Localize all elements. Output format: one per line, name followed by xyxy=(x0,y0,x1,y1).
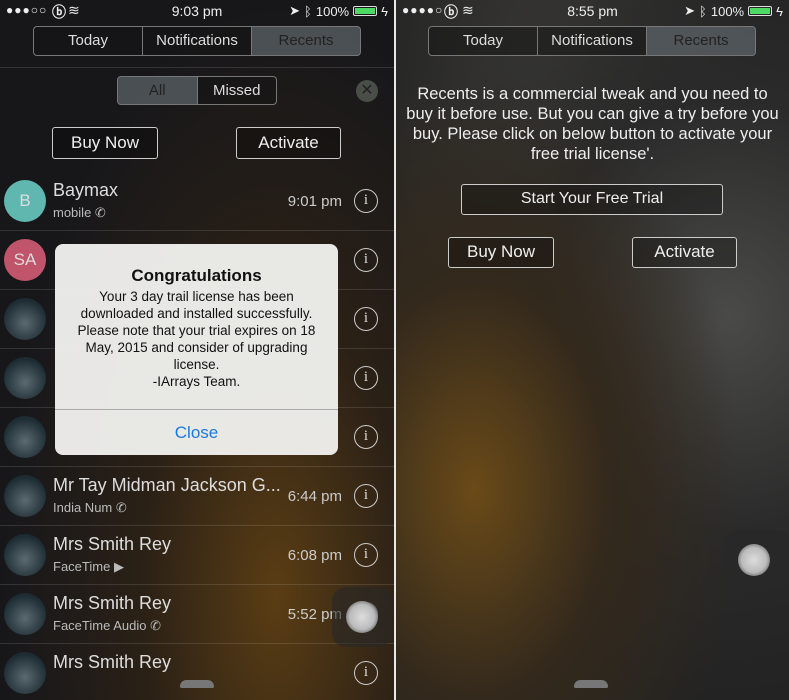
avatar xyxy=(4,475,46,517)
avatar xyxy=(4,357,46,399)
contact-name: Mrs Smith Rey xyxy=(53,652,172,672)
avatar xyxy=(4,298,46,340)
call-row[interactable]: B Baymax mobile ✆ 9:01 pm i xyxy=(0,172,394,231)
location-icon: ➤ xyxy=(684,3,696,18)
info-icon[interactable]: i xyxy=(354,661,378,685)
call-type: FaceTime Audio ✆ xyxy=(53,618,161,634)
contact-name: Mrs Smith Rey xyxy=(53,534,172,554)
tab-recents[interactable]: Recents xyxy=(647,27,755,55)
tab-notifications[interactable]: Notifications xyxy=(538,27,647,55)
avatar xyxy=(4,593,46,635)
contact-name: Baymax xyxy=(53,180,119,200)
call-type-label: India Num xyxy=(53,500,113,515)
info-icon[interactable]: i xyxy=(354,425,378,449)
tab-today[interactable]: Today xyxy=(34,27,143,55)
activate-button[interactable]: Activate xyxy=(236,127,341,159)
right-screen: ●●●●○ ⓑ ≋ 8:55 pm ➤ ᛒ 100% ϟ Today Notifica… xyxy=(396,0,789,700)
clear-icon[interactable]: ✕ xyxy=(356,80,378,102)
phone-outgoing-icon: ✆ xyxy=(94,205,106,220)
call-type: FaceTime ▶ xyxy=(53,559,124,575)
assistive-touch-button[interactable] xyxy=(724,530,789,592)
battery-percent: 100% xyxy=(710,3,745,19)
status-bar: ●●●○○ ⓑ ≋ 9:03 pm ➤ ᛒ 100% ϟ xyxy=(0,0,394,22)
call-time: 9:01 pm xyxy=(287,193,342,210)
buy-now-button[interactable]: Buy Now xyxy=(448,237,554,268)
tab-recents[interactable]: Recents xyxy=(252,27,360,55)
grabber-handle[interactable] xyxy=(180,680,214,688)
call-time: 6:08 pm xyxy=(287,547,342,564)
dialog-signature: -IArrays Team. xyxy=(152,374,241,389)
call-type: mobile ✆ xyxy=(53,205,106,221)
avatar xyxy=(4,534,46,576)
call-type-label: mobile xyxy=(53,205,92,220)
congratulations-dialog: Congratulations Your 3 day trail license… xyxy=(55,244,338,455)
call-type-label: FaceTime xyxy=(53,559,111,574)
contact-name: Mr Tay Midman Jackson G... xyxy=(53,475,281,495)
view-tabs: Today Notifications Recents xyxy=(428,26,756,56)
bluetooth-icon: ᛒ xyxy=(304,3,312,19)
call-row[interactable]: Mrs Smith Rey FaceTime ▶ 6:08 pm i xyxy=(0,526,394,585)
info-icon[interactable]: i xyxy=(354,189,378,213)
charging-icon: ϟ xyxy=(776,3,783,19)
info-icon[interactable]: i xyxy=(354,484,378,508)
left-screen: ●●●○○ ⓑ ≋ 9:03 pm ➤ ᛒ 100% ϟ Today Notifica… xyxy=(0,0,394,700)
avatar xyxy=(4,416,46,458)
status-bar: ●●●●○ ⓑ ≋ 8:55 pm ➤ ᛒ 100% ϟ xyxy=(396,0,789,22)
purchase-message: Recents is a commercial tweak and you ne… xyxy=(406,85,779,163)
contact-name: Mrs Smith Rey xyxy=(53,593,172,613)
avatar: B xyxy=(4,180,46,222)
location-icon: ➤ xyxy=(289,3,301,18)
battery-icon xyxy=(353,6,378,16)
info-icon[interactable]: i xyxy=(354,543,378,567)
call-type: India Num ✆ xyxy=(53,500,127,516)
start-free-trial-button[interactable]: Start Your Free Trial xyxy=(461,184,723,215)
filter-missed[interactable]: Missed xyxy=(198,77,277,104)
call-type-label: FaceTime Audio xyxy=(53,618,147,633)
charging-icon: ϟ xyxy=(381,3,388,19)
bluetooth-icon: ᛒ xyxy=(699,3,707,19)
grabber-handle[interactable] xyxy=(574,680,608,688)
close-button[interactable]: Close xyxy=(55,410,338,455)
battery-percent: 100% xyxy=(315,3,350,19)
assistive-touch-button[interactable] xyxy=(332,587,392,647)
tab-today[interactable]: Today xyxy=(429,27,538,55)
tab-notifications[interactable]: Notifications xyxy=(143,27,252,55)
call-row[interactable]: Mr Tay Midman Jackson G... India Num ✆ 6… xyxy=(0,467,394,526)
avatar xyxy=(4,652,46,694)
filter-all[interactable]: All xyxy=(118,77,198,104)
buy-now-button[interactable]: Buy Now xyxy=(52,127,158,159)
info-icon[interactable]: i xyxy=(354,248,378,272)
avatar: SA xyxy=(4,239,46,281)
call-row[interactable]: Mrs Smith Rey i xyxy=(0,644,394,700)
filter-segment: All Missed xyxy=(117,76,277,105)
info-icon[interactable]: i xyxy=(354,366,378,390)
dialog-title: Congratulations xyxy=(131,266,262,285)
activate-button[interactable]: Activate xyxy=(632,237,737,268)
info-icon[interactable]: i xyxy=(354,307,378,331)
phone-outgoing-icon: ✆ xyxy=(115,500,127,515)
phone-outgoing-icon: ✆ xyxy=(150,618,161,633)
dialog-message: Your 3 day trail license has been downlo… xyxy=(77,289,316,372)
view-tabs: Today Notifications Recents xyxy=(33,26,361,56)
call-time: 6:44 pm xyxy=(287,488,342,505)
battery-icon xyxy=(748,6,773,16)
video-camera-icon: ▶ xyxy=(113,559,124,574)
